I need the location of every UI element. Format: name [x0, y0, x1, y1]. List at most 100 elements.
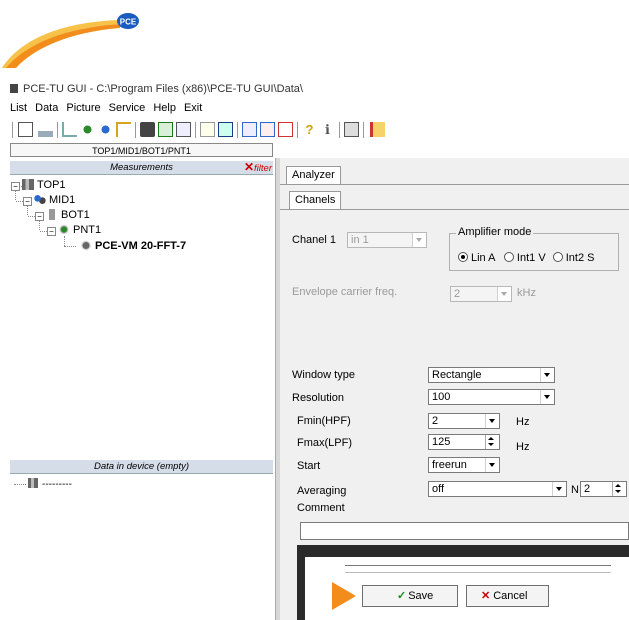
tree-item-device[interactable]: PCE-VM 20-FFT-7: [80, 240, 186, 252]
averaging-select[interactable]: off: [428, 481, 567, 497]
start-select[interactable]: freerun: [428, 457, 500, 473]
menu-help[interactable]: Help: [153, 102, 176, 114]
amp-option-int2-s[interactable]: Int2 S: [552, 252, 594, 264]
pce-logo: PCE: [2, 13, 139, 68]
fmin-unit: Hz: [516, 416, 530, 428]
chevron-down-icon: [540, 368, 554, 382]
window-title: PCE-TU GUI - C:\Program Files (x86)\PCE-…: [10, 83, 303, 97]
building-icon: [22, 179, 34, 190]
logo-text: PCE: [120, 18, 137, 27]
pointer-arrow-icon: [332, 582, 356, 610]
table-icon[interactable]: [218, 122, 233, 137]
cancel-button[interactable]: ✕ Cancel: [466, 585, 549, 607]
add-node-icon[interactable]: [98, 122, 113, 137]
tree-item-pnt1[interactable]: PNT1: [58, 224, 101, 236]
tree-item-bot1[interactable]: BOT1: [46, 209, 90, 221]
tree-label: MID1: [49, 194, 76, 206]
window-type-label: Window type: [292, 369, 355, 381]
device-item-label: ---------: [42, 479, 72, 490]
radio-selected-icon: [458, 252, 468, 262]
machine-icon: [34, 194, 46, 205]
import-icon[interactable]: [62, 122, 77, 137]
window-title-text: PCE-TU GUI - C:\Program Files (x86)\PCE-…: [23, 83, 303, 95]
fmin-label: Fmin(HPF): [297, 415, 351, 427]
fmax-unit: Hz: [516, 441, 530, 453]
measurements-header: Measurements ✕filter: [10, 161, 273, 175]
n-value: 2: [584, 483, 591, 495]
grid-icon[interactable]: [158, 122, 173, 137]
save-label: Save: [408, 590, 434, 602]
close-icon: ✕: [243, 160, 255, 174]
spinner-icon[interactable]: [612, 482, 626, 496]
window-type-value: Rectangle: [432, 369, 482, 381]
frame-icon[interactable]: [278, 122, 293, 137]
device-data-item[interactable]: ---------: [14, 478, 72, 490]
n-spinner[interactable]: 2: [580, 481, 627, 497]
chevron-down-icon: [552, 482, 566, 496]
chevron-down-icon: [412, 233, 426, 247]
path-bar: TOP1/MID1/BOT1/PNT1: [10, 143, 273, 157]
comment-label: Comment: [297, 502, 345, 514]
measurements-title: Measurements: [110, 162, 173, 173]
help-icon[interactable]: ?: [302, 122, 317, 137]
info-icon[interactable]: ℹ: [320, 122, 335, 137]
window-type-select[interactable]: Rectangle: [428, 367, 555, 383]
menu-exit[interactable]: Exit: [184, 102, 202, 114]
amp-option-int1-v[interactable]: Int1 V: [503, 252, 546, 264]
chart-view-icon[interactable]: [176, 122, 191, 137]
envelope-select[interactable]: 2: [450, 286, 512, 302]
data-in-device-header: Data in device (empty): [10, 460, 273, 474]
tree-icon[interactable]: [116, 122, 131, 137]
properties-icon[interactable]: [18, 122, 33, 137]
fmax-spinner[interactable]: 125: [428, 434, 500, 450]
tab-chanels[interactable]: Chanels: [289, 191, 342, 209]
measurements-tree: − TOP1 − MID1 − BOT1 − PNT1 PCE-VM 20-FF…: [10, 178, 273, 458]
app-icon: [10, 84, 18, 93]
chanel-select[interactable]: in 1: [347, 232, 427, 248]
tree-item-mid1[interactable]: MID1: [34, 194, 75, 206]
add-node-icon[interactable]: [80, 122, 95, 137]
start-label: Start: [297, 460, 321, 472]
tools-icon[interactable]: [344, 122, 359, 137]
menu-data[interactable]: Data: [35, 102, 58, 114]
tree-item-top1[interactable]: TOP1: [22, 179, 66, 191]
collapse-toggle[interactable]: −: [47, 227, 56, 236]
chevron-down-icon: [497, 287, 511, 301]
building-icon: [28, 478, 38, 488]
menu-bar: List Data Picture Service Help Exit: [10, 102, 210, 116]
chevron-down-icon: [485, 414, 499, 428]
amp-option-lin-a[interactable]: Lin A: [458, 252, 495, 264]
list-tree-icon[interactable]: [260, 122, 275, 137]
resolution-value: 100: [432, 391, 451, 403]
fmin-select[interactable]: 2: [428, 413, 500, 429]
menu-list[interactable]: List: [10, 102, 27, 114]
tree-label: TOP1: [37, 179, 66, 191]
menu-service[interactable]: Service: [109, 102, 146, 114]
amplifier-mode-group: Amplifier mode Lin A Int1 V Int2 S: [449, 226, 619, 271]
save-button[interactable]: ✓ Save: [362, 585, 458, 607]
print-icon[interactable]: [140, 122, 155, 137]
comment-input[interactable]: [300, 522, 629, 540]
chanel-label: Chanel 1: [292, 234, 337, 246]
envelope-value: 2: [454, 288, 461, 300]
chevron-down-icon: [485, 458, 499, 472]
tree-label: BOT1: [61, 209, 90, 221]
close-icon: ✕: [481, 590, 491, 602]
menu-picture[interactable]: Picture: [66, 102, 100, 114]
list-icon[interactable]: [242, 122, 257, 137]
fmax-value: 125: [432, 436, 451, 448]
sensor-icon: [49, 209, 55, 220]
tree-view-icon[interactable]: [200, 122, 215, 137]
toolbar: ? ℹ: [10, 120, 629, 142]
chanel-value: in 1: [351, 234, 369, 246]
start-value: freerun: [432, 459, 467, 471]
tab-analyzer[interactable]: Analyzer: [286, 166, 341, 184]
spinner-icon[interactable]: [485, 435, 499, 449]
exit-icon[interactable]: [370, 122, 385, 137]
chart-icon[interactable]: [38, 122, 53, 137]
resolution-select[interactable]: 100: [428, 389, 555, 405]
point-icon: [58, 224, 70, 235]
cancel-label: Cancel: [493, 590, 528, 602]
filter-button[interactable]: ✕filter: [244, 161, 272, 175]
n-label: N: [571, 484, 579, 496]
